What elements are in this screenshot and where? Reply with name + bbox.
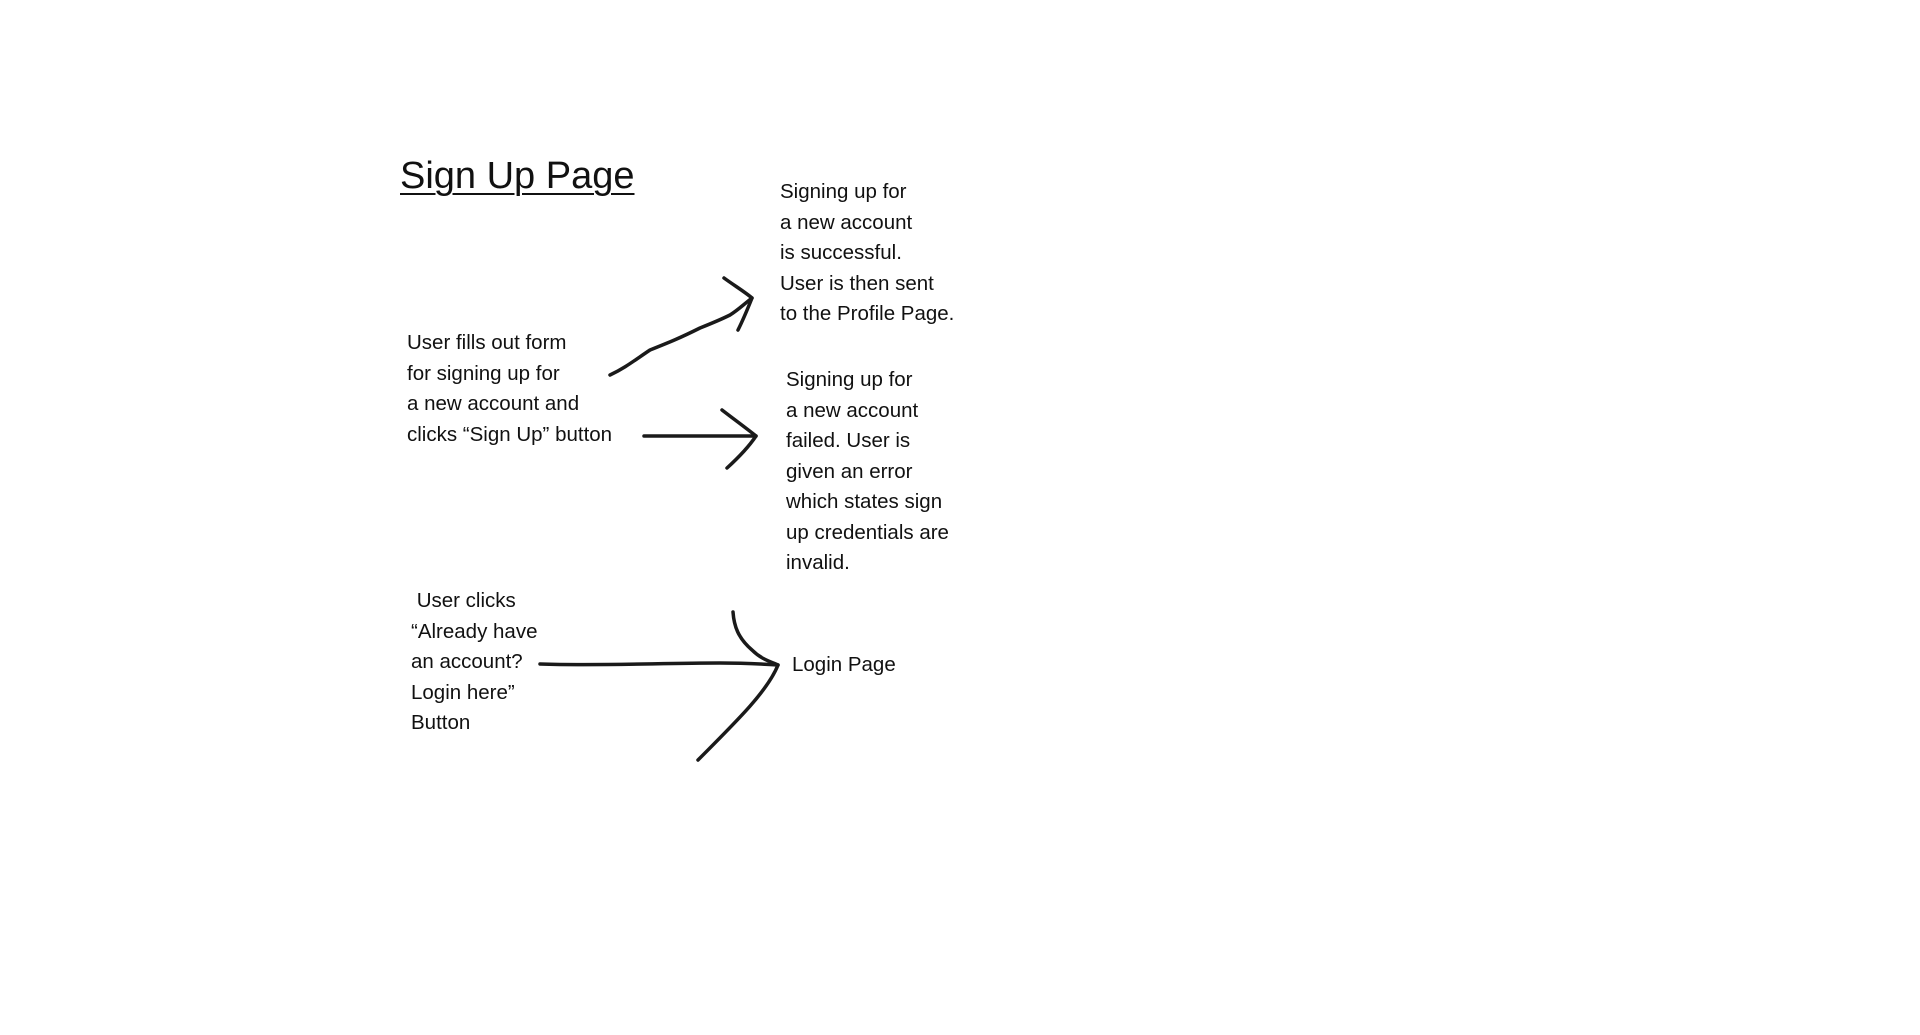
node-login-page: Login Page xyxy=(792,653,896,676)
arrow-to-login-page xyxy=(538,610,780,762)
node-login-click: User clicks “Already have an account? Lo… xyxy=(411,589,538,734)
arrow-to-success xyxy=(608,276,754,377)
node-signup-form: User fills out form for signing up for a… xyxy=(407,331,613,446)
node-signup-failed: Signing up for a new account failed. Use… xyxy=(786,368,949,574)
arrow-to-failed xyxy=(642,408,758,470)
arrows-layer xyxy=(538,276,780,762)
node-signup-success: Signing up for a new account is successf… xyxy=(780,180,955,325)
page-title: Sign Up Page xyxy=(400,155,635,197)
